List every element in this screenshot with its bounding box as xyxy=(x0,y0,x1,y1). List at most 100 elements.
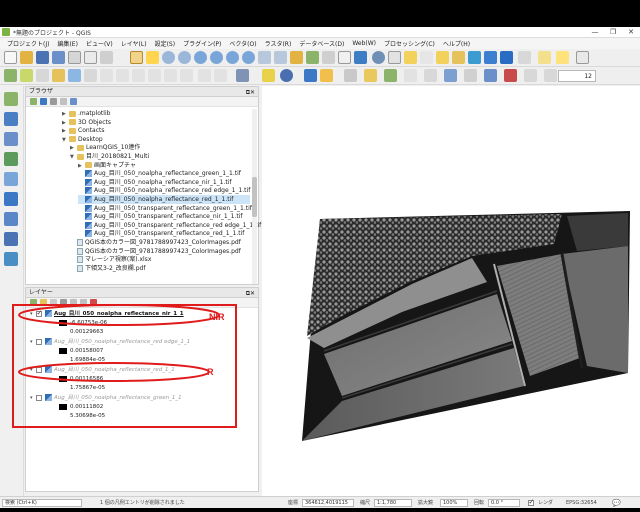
menu-plugins[interactable]: プラグイン(P) xyxy=(179,39,225,48)
add-mesh-layer-icon[interactable] xyxy=(4,132,18,146)
expand-down-icon[interactable]: ▼ xyxy=(62,136,69,145)
cut-features-icon[interactable] xyxy=(148,69,161,82)
new-spatial-bookmark-icon[interactable] xyxy=(556,51,569,64)
add-wfs-icon[interactable] xyxy=(4,252,18,266)
globe-icon[interactable] xyxy=(280,69,293,82)
statistical-summary-icon[interactable] xyxy=(484,51,497,64)
minimize-button[interactable]: — xyxy=(586,27,604,38)
style-manager-icon[interactable] xyxy=(100,51,113,64)
database-icon[interactable] xyxy=(236,69,249,82)
opacity-spinbox[interactable]: 12 xyxy=(558,70,596,82)
new-geopackage-icon[interactable] xyxy=(20,69,33,82)
text-annotation-icon[interactable] xyxy=(576,51,589,64)
zoom-native-icon[interactable] xyxy=(242,51,255,64)
new-3d-view-icon[interactable] xyxy=(306,51,319,64)
print-layout-icon[interactable] xyxy=(68,51,81,64)
brightness-icon[interactable] xyxy=(464,69,477,82)
close-button[interactable]: ✕ xyxy=(622,27,640,38)
menu-help[interactable]: ヘルプ(H) xyxy=(439,39,474,48)
menu-view[interactable]: ビュー(V) xyxy=(82,39,117,48)
expand-down-icon[interactable]: ▼ xyxy=(70,153,77,162)
layers-panel-float-close-icon[interactable]: ⧉✕ xyxy=(246,289,255,299)
field-calculator-icon[interactable] xyxy=(452,51,465,64)
map-canvas[interactable] xyxy=(262,86,640,496)
save-as-icon[interactable] xyxy=(52,51,65,64)
add-vector-layer-icon[interactable] xyxy=(4,92,18,106)
scale-field[interactable]: 1:1,780 xyxy=(374,499,412,507)
attribute-table-icon[interactable] xyxy=(388,51,401,64)
add-mssql-icon[interactable] xyxy=(4,212,18,226)
add-delimited-text-icon[interactable] xyxy=(4,152,18,166)
new-map-view-icon[interactable] xyxy=(290,51,303,64)
menu-vector[interactable]: ベクタ(O) xyxy=(225,39,260,48)
menu-edit[interactable]: 編集(E) xyxy=(53,39,81,48)
add-spatialite-icon[interactable] xyxy=(4,192,18,206)
new-shapefile-icon[interactable] xyxy=(36,69,49,82)
locator-search-input[interactable]: 検索 (Ctrl+K) xyxy=(2,499,82,507)
menu-settings[interactable]: 設定(S) xyxy=(151,39,180,48)
add-selected-layers-icon[interactable] xyxy=(30,98,37,105)
menu-project[interactable]: プロジェクト(J) xyxy=(3,39,53,48)
decrease-opacity-icon[interactable] xyxy=(524,69,537,82)
refresh-icon[interactable] xyxy=(354,51,367,64)
zoom-full-icon[interactable] xyxy=(194,51,207,64)
histogram-icon[interactable] xyxy=(404,69,417,82)
redo-icon[interactable] xyxy=(214,69,227,82)
browser-item[interactable]: 下傾又3-2_改良欄.pdf xyxy=(70,264,250,273)
magnifier-field[interactable]: 100% xyxy=(440,499,468,507)
increase-opacity-icon[interactable] xyxy=(544,69,557,82)
raster-calculator-icon[interactable] xyxy=(344,69,357,82)
menu-layer[interactable]: レイヤ(L) xyxy=(117,39,151,48)
save-project-icon[interactable] xyxy=(36,51,49,64)
layout-manager-icon[interactable] xyxy=(84,51,97,64)
deselect-icon[interactable] xyxy=(436,51,449,64)
filter-browser-icon[interactable] xyxy=(50,98,57,105)
plugin-manager-icon[interactable] xyxy=(320,69,333,82)
maximize-button[interactable]: ❐ xyxy=(604,27,622,38)
add-postgis-icon[interactable] xyxy=(4,172,18,186)
properties-icon[interactable] xyxy=(70,98,77,105)
copy-features-icon[interactable] xyxy=(164,69,177,82)
zoom-out-icon[interactable] xyxy=(178,51,191,64)
refresh-browser-icon[interactable] xyxy=(40,98,47,105)
menu-raster[interactable]: ラスタ(R) xyxy=(261,39,296,48)
add-raster-layer-icon[interactable] xyxy=(4,112,18,126)
layer-styling-icon[interactable] xyxy=(384,69,397,82)
identify-icon[interactable] xyxy=(372,51,385,64)
show-bookmarks-icon[interactable] xyxy=(338,51,351,64)
collapse-all-icon[interactable] xyxy=(60,98,67,105)
full-stretch-icon[interactable] xyxy=(444,69,457,82)
menu-processing[interactable]: プロセッシング(C) xyxy=(380,39,439,48)
zoom-last-icon[interactable] xyxy=(258,51,271,64)
undo-icon[interactable] xyxy=(198,69,211,82)
local-stretch-icon[interactable] xyxy=(424,69,437,82)
add-feature-icon[interactable] xyxy=(100,69,113,82)
vertex-tool-icon[interactable] xyxy=(116,69,129,82)
processing-toolbox-icon[interactable] xyxy=(468,51,481,64)
digitize-icon[interactable] xyxy=(68,69,81,82)
add-wms-icon[interactable] xyxy=(4,232,18,246)
edit-pencil-icon[interactable] xyxy=(52,69,65,82)
python-console-icon[interactable] xyxy=(304,69,317,82)
delete-selected-icon[interactable] xyxy=(132,69,145,82)
render-checkbox[interactable] xyxy=(528,498,534,506)
select-by-value-icon[interactable] xyxy=(420,51,433,64)
georeferencer-icon[interactable] xyxy=(364,69,377,82)
zoom-layer-icon[interactable] xyxy=(226,51,239,64)
panel-float-close-icon[interactable]: ⧉✕ xyxy=(246,88,255,98)
open-project-icon[interactable] xyxy=(20,51,33,64)
zoom-selection-icon[interactable] xyxy=(210,51,223,64)
menu-web[interactable]: Web(W) xyxy=(348,40,380,47)
new-project-icon[interactable] xyxy=(4,51,17,64)
pan-to-selection-icon[interactable] xyxy=(146,51,159,64)
map-tips-icon[interactable] xyxy=(538,51,551,64)
data-source-manager-icon[interactable] xyxy=(4,69,17,82)
save-edits-icon[interactable] xyxy=(84,69,97,82)
label-warning-icon[interactable] xyxy=(262,69,275,82)
zoom-in-icon[interactable] xyxy=(162,51,175,64)
browser-scroll-thumb[interactable] xyxy=(252,177,257,217)
paste-features-icon[interactable] xyxy=(180,69,193,82)
select-features-icon[interactable] xyxy=(404,51,417,64)
bookmarks-icon[interactable] xyxy=(322,51,335,64)
coordinate-field[interactable]: 364612,4019115 xyxy=(302,499,354,507)
